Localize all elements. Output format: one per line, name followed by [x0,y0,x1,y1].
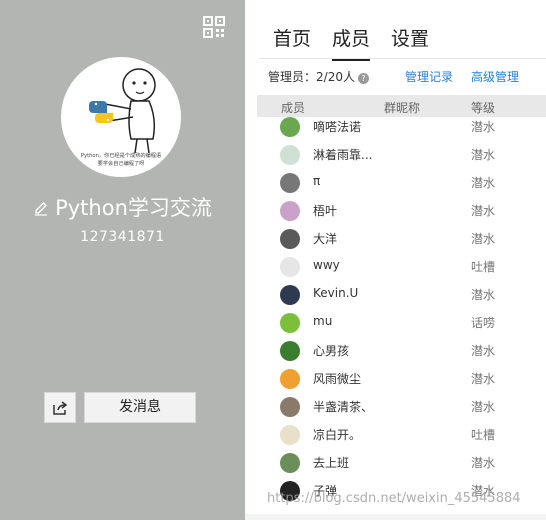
member-nickname[interactable]: 大洋 [313,230,337,247]
member-level: 潜水 [471,204,496,218]
admin-label: 管理员： [268,70,317,84]
group-detail-panel: 首页 成员 设置 管理员：2/20人? 管理记录 高级管理 成员 群昵称 等级 … [245,0,546,520]
member-row[interactable]: 半盏清茶、 潜水 [245,392,546,420]
group-avatar[interactable]: Python，你已经是个成熟的编程语 要学会自己编程了呀 [61,57,181,177]
member-nickname[interactable]: wwy [313,258,340,272]
member-level: 潜水 [471,400,496,414]
member-nickname[interactable]: 心男孩 [313,342,349,359]
member-avatar[interactable] [280,341,300,361]
member-avatar[interactable] [280,397,300,417]
member-level: 潜水 [471,176,496,190]
member-nickname[interactable]: 梧叶 [313,202,337,219]
member-level: 潜水 [471,232,496,246]
manage-log-link[interactable]: 管理记录 [405,68,453,85]
member-avatar[interactable] [280,453,300,473]
member-row[interactable]: π 潜水 [245,168,546,196]
qr-code-icon[interactable] [203,16,225,38]
edit-pencil-icon[interactable] [33,200,49,216]
member-avatar[interactable] [280,145,300,165]
member-avatar[interactable] [280,285,300,305]
help-icon[interactable]: ? [357,73,369,84]
scroll-edge [245,514,546,520]
member-row[interactable]: mu 话唠 [245,308,546,336]
member-level: 潜水 [471,344,496,358]
member-row[interactable]: 梧叶 潜水 [245,196,546,224]
admin-count-value: 2/20人 [316,70,355,84]
avatar-illustration: Python，你已经是个成熟的编程语 要学会自己编程了呀 [81,68,161,167]
member-avatar[interactable] [280,117,300,137]
member-row[interactable]: 去上班 潜水 [245,448,546,476]
group-name-text: Python学习交流 [55,196,212,220]
tabs-divider [259,58,546,59]
send-message-button[interactable]: 发消息 [84,392,196,423]
member-level: 潜水 [471,120,496,134]
member-avatar[interactable] [280,173,300,193]
group-profile-panel: Python，你已经是个成熟的编程语 要学会自己编程了呀 Python学习交流 … [0,0,245,520]
avatar-caption-2: 要学会自己编程了呀 [98,159,145,167]
member-nickname[interactable]: 嘀嗒法诺 [313,118,361,135]
member-row[interactable]: 风雨微尘 潜水 [245,364,546,392]
member-row[interactable]: 心男孩 潜水 [245,336,546,364]
member-avatar[interactable] [280,257,300,277]
tab-home[interactable]: 首页 [273,25,311,59]
member-avatar[interactable] [280,201,300,221]
member-row[interactable]: 大洋 潜水 [245,224,546,252]
member-level: 吐槽 [471,428,496,442]
group-name[interactable]: Python学习交流 [0,192,245,222]
member-nickname[interactable]: 风雨微尘 [313,370,361,387]
member-avatar[interactable] [280,229,300,249]
member-level: 潜水 [471,456,496,470]
member-nickname[interactable]: Kevin.U [313,286,358,300]
advanced-manage-link[interactable]: 高级管理 [471,68,519,85]
tab-bar: 首页 成员 设置 [273,25,450,61]
member-row[interactable]: 凉白开。 吐槽 [245,420,546,448]
member-row[interactable]: 嘀嗒法诺 潜水 [245,112,546,140]
member-level: 话唠 [471,316,496,330]
member-nickname[interactable]: 凉白开。 [313,426,361,443]
tab-members[interactable]: 成员 [332,25,371,61]
member-row[interactable]: Kevin.U 潜水 [245,280,546,308]
member-avatar[interactable] [280,313,300,333]
share-icon [53,400,68,415]
member-level: 潜水 [471,372,496,386]
watermark: https://blog.csdn.net/weixin_45545884 [267,491,521,506]
member-nickname[interactable]: 淋着雨靠... [313,146,372,163]
tab-settings[interactable]: 设置 [391,25,429,59]
member-nickname[interactable]: 半盏清茶、 [313,398,373,415]
member-row[interactable]: 淋着雨靠... 潜水 [245,140,546,168]
member-nickname[interactable]: 去上班 [313,454,349,471]
avatar-caption-1: Python，你已经是个成熟的编程语 [81,151,161,159]
member-avatar[interactable] [280,369,300,389]
share-button[interactable] [44,392,76,423]
member-row[interactable]: wwy 吐槽 [245,252,546,280]
member-level: 潜水 [471,288,496,302]
group-id: 127341871 [80,229,165,245]
admin-count: 管理员：2/20人? [268,68,369,85]
member-nickname[interactable]: mu [313,314,332,328]
member-avatar[interactable] [280,425,300,445]
member-level: 吐槽 [471,260,496,274]
member-level: 潜水 [471,148,496,162]
member-nickname[interactable]: π [313,174,320,188]
